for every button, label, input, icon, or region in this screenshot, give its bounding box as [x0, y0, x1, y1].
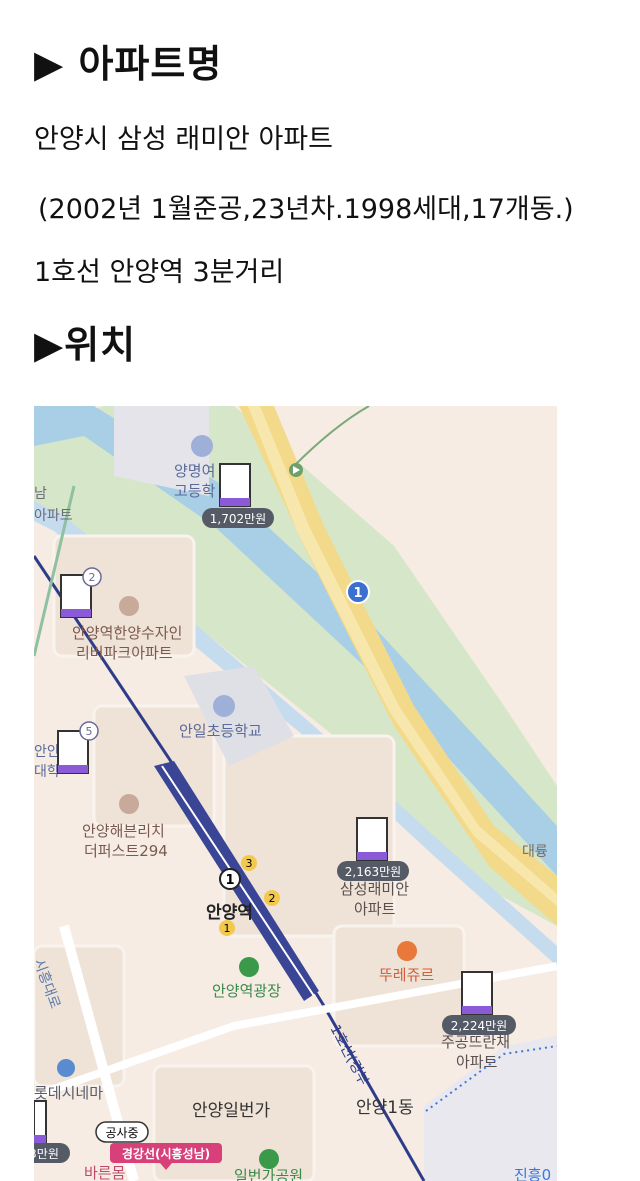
station-line-number: 1 [225, 873, 234, 888]
park-icon-2 [259, 1149, 279, 1169]
price-label-2: 2,163만원 [345, 865, 401, 879]
cluster-count-badge-2: 5 [86, 725, 93, 738]
apartment-detail-text: (2002년 1월준공,23년차.1998세대,17개동.) [38, 194, 574, 225]
label-nam-apt: 아파트 [34, 508, 73, 524]
label-daeryeon: 대륭 [522, 844, 548, 860]
route-1-label: 1 [353, 586, 362, 601]
label-yangmyeong: 양명여 [174, 462, 215, 480]
label-barun: 바른몸 [84, 1164, 125, 1181]
apartment-station-text: 1호선 안양역 3분거리 [34, 257, 285, 288]
label-yangmyeong-2: 고등학 [174, 482, 216, 500]
park-icon [239, 957, 259, 977]
apartment-poi-icon-2 [119, 794, 139, 814]
price-label-1: 1,702만원 [210, 512, 266, 526]
apartment-name-heading: ▶ 아파트명 [34, 42, 223, 86]
label-cinema: 롯데시네마 [34, 1084, 103, 1102]
label-hanyang-1: 안양역한양수자인 [72, 624, 182, 642]
label-haebeun-1: 안양해븐리치 [82, 822, 165, 840]
school-icon [191, 435, 213, 457]
label-park: 일번가공원 [234, 1167, 303, 1181]
label-tous: 뚜레쥬르 [379, 966, 434, 984]
exit-2-label: 2 [269, 892, 276, 905]
cinema-icon [57, 1059, 75, 1077]
label-hanyang-2: 리버파크아파트 [76, 644, 173, 662]
label-gyeonggang: 경강선(시흥성남) [122, 1146, 210, 1161]
label-anil-school: 안일초등학교 [179, 722, 262, 740]
label-jugong-1: 주공뜨란채 [441, 1033, 510, 1051]
label-jinheung: 진흥0 [514, 1166, 551, 1181]
label-anyang-station[interactable]: 안양역 [206, 903, 253, 923]
label-samsung-2: 아파트 [354, 900, 396, 918]
label-samsung-1: 삼성래미안 [340, 880, 409, 898]
exit-3-label: 3 [246, 857, 253, 870]
price-label-4: 3만원 [34, 1147, 59, 1161]
school-icon-anil [213, 695, 235, 717]
exit-1-label: 1 [224, 922, 231, 935]
price-label-3: 2,224만원 [451, 1019, 507, 1033]
label-haebeun-2: 더퍼스트294 [84, 842, 168, 860]
location-heading: ▶위치 [34, 323, 137, 367]
label-nam: 남 [34, 486, 47, 502]
label-construction: 공사중 [105, 1126, 138, 1140]
label-anyang-1dong: 안양1동 [356, 1098, 414, 1118]
label-left-2: 대학 [34, 764, 60, 780]
label-left-1: 안안 [34, 744, 60, 760]
apartment-poi-icon [119, 596, 139, 616]
bakery-icon [397, 941, 417, 961]
location-map[interactable]: 1 양명여 고등학 남 아파트 안양역한양수자인 리버파크아파트 안일초등학교 … [34, 406, 557, 1181]
cluster-count-badge-1: 2 [89, 571, 96, 584]
label-jugong-2: 아파트 [456, 1053, 498, 1071]
label-station-square: 안양역광장 [212, 982, 281, 1000]
label-ilbeonga: 안양일번가 [192, 1101, 271, 1121]
apartment-name-text: 안양시 삼성 래미안 아파트 [34, 124, 333, 155]
